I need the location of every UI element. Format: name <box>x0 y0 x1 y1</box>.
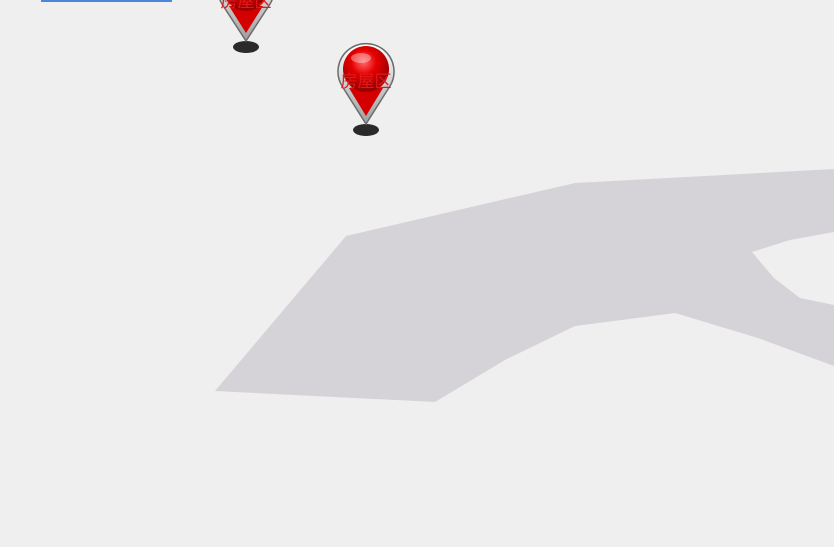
map-marker[interactable]: 房屋区 <box>211 0 281 58</box>
map-background <box>215 169 834 402</box>
map-pin-icon <box>219 0 273 53</box>
map-pin-icon <box>337 42 395 136</box>
shaded-region <box>215 169 834 402</box>
top-accent-strip <box>41 0 172 2</box>
map-marker[interactable]: 房屋区 <box>331 34 401 138</box>
map-canvas[interactable]: 房屋区 房屋区 <box>0 0 834 547</box>
